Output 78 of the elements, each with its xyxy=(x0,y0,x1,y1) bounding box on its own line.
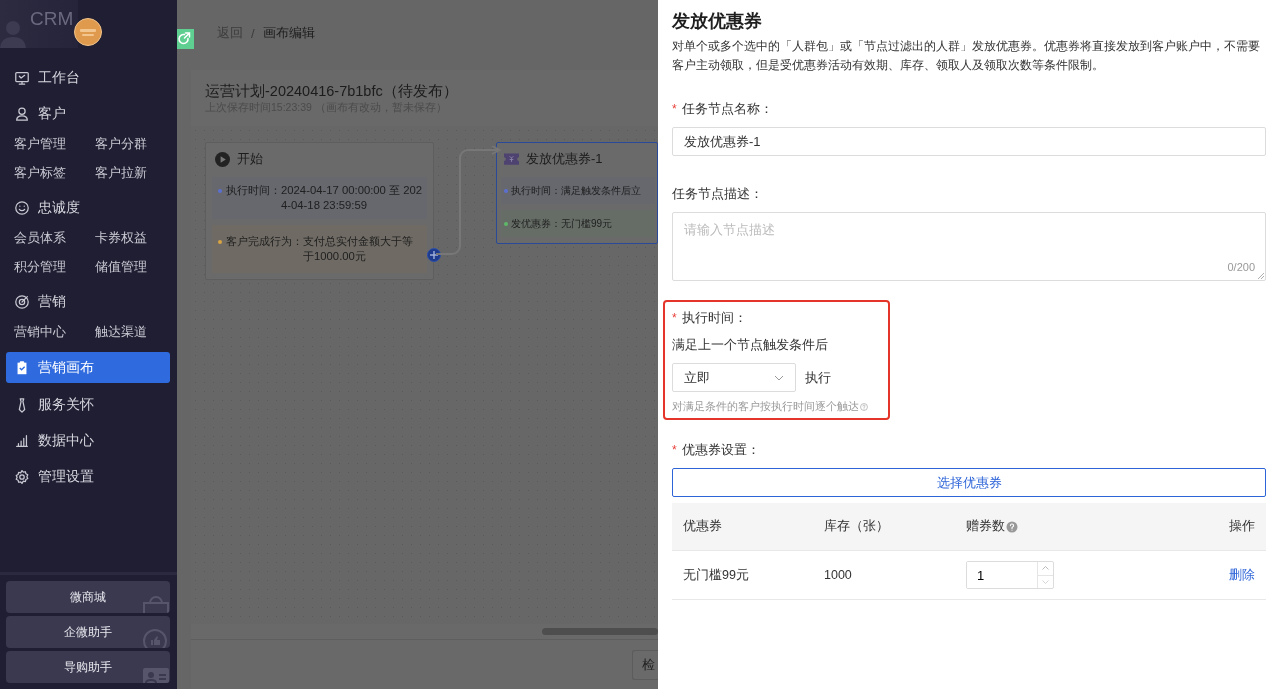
user-icon xyxy=(14,106,30,122)
row-label: 执行时间： xyxy=(511,184,561,198)
bar-chart-icon xyxy=(14,433,30,449)
menu-item[interactable]: 数据中心 xyxy=(6,424,171,458)
field-label: 优惠券设置： xyxy=(681,441,760,459)
avatar-icon xyxy=(74,18,102,46)
chevron-down-icon xyxy=(774,374,784,381)
row-value: 无门槛99元 xyxy=(561,217,613,231)
submenu-item[interactable]: 客户管理 xyxy=(14,132,95,161)
timing-text: 满足上一个节点触发条件后 xyxy=(672,336,829,354)
menu-item[interactable]: 营销 xyxy=(6,285,171,319)
submenu-item[interactable]: 储值管理 xyxy=(95,255,176,284)
row-value: 2024-04-17 00:00:00 至 2024-04-18 23:59:59 xyxy=(281,183,423,213)
column-header: 操作 xyxy=(1229,518,1255,535)
input-field[interactable]: 发放优惠券-1 xyxy=(672,127,1266,156)
column-header: 优惠券 xyxy=(683,518,722,535)
plus-icon xyxy=(429,250,439,260)
menu-item[interactable]: 客户 xyxy=(6,97,171,131)
ticket-icon xyxy=(504,153,519,165)
row-label: 客户完成行为： xyxy=(226,234,303,249)
required-mark: * xyxy=(672,102,677,116)
submenu-item[interactable]: 客户拉新 xyxy=(95,161,176,190)
person-icon xyxy=(0,20,26,48)
plan-title: 运营计划-20240416-7b1bfc（待发布） xyxy=(205,82,459,100)
select-coupon-button[interactable]: 选择优惠券 xyxy=(672,468,1266,497)
submenu-item[interactable]: 营销中心 xyxy=(14,320,95,349)
shortcut-button[interactable]: 导购助手 xyxy=(6,651,170,683)
target-icon xyxy=(14,294,30,310)
select-field[interactable]: 立即 xyxy=(672,363,796,392)
submenu-item[interactable]: 卡券权益 xyxy=(95,226,176,255)
play-icon xyxy=(215,151,230,167)
delete-link[interactable]: 删除 xyxy=(1229,567,1255,582)
chevron-down-icon xyxy=(1042,579,1049,584)
row-value: 支付总实付金额大于等于1000.00元 xyxy=(303,234,414,264)
resize-handle-icon xyxy=(1257,272,1264,279)
submenu-item[interactable]: 客户分群 xyxy=(95,132,176,161)
menu-item[interactable]: 管理设置 xyxy=(6,460,171,494)
menu-item[interactable]: 服务关怀 xyxy=(6,388,171,422)
settings-icon xyxy=(14,469,30,485)
monitor-icon xyxy=(14,70,30,86)
field-label: 执行时间： xyxy=(681,309,747,327)
row-label: 发优惠券： xyxy=(511,217,561,231)
row-label: 执行时间： xyxy=(226,183,281,198)
drawer-description: 对单个或多个选中的「人群包」或「节点过滤出的人群」发放优惠券。优惠券将直接发放到客户账户中，不需要客户主动领取，但是受优惠券活动有效期、库存、领取人及领取次数等条件限制。 xyxy=(672,38,1261,74)
breadcrumb-separator: / xyxy=(251,25,255,41)
node-title: 发放优惠券-1 xyxy=(526,150,603,168)
shortcut-button[interactable]: 企微助手 xyxy=(6,616,170,648)
field-label: 任务节点描述： xyxy=(672,185,763,203)
submenu-item[interactable]: 客户标签 xyxy=(14,161,95,190)
suffix-text: 执行 xyxy=(805,368,831,387)
brand-name: CRM xyxy=(30,8,74,30)
submenu-item[interactable]: 积分管理 xyxy=(14,255,95,284)
required-mark: * xyxy=(672,443,677,457)
submenu-item[interactable]: 触达渠道 xyxy=(95,320,176,349)
node-title: 开始 xyxy=(237,150,263,168)
submenu-item[interactable]: 会员体系 xyxy=(14,226,95,255)
menu-item[interactable]: 营销画布 xyxy=(6,352,170,383)
table-cell-text: 1000 xyxy=(824,568,853,582)
column-header: 库存（张） xyxy=(824,518,889,535)
row-value: 满足触发条件后立 xyxy=(561,184,641,198)
smile-icon xyxy=(14,200,30,216)
menu-item[interactable]: 工作台 xyxy=(6,61,171,95)
field-label: 任务节点名称： xyxy=(681,100,773,118)
help-icon xyxy=(860,401,868,413)
share-icon xyxy=(177,29,194,49)
shortcut-button[interactable]: 微商城 xyxy=(6,581,170,613)
hint-text: 对满足条件的客户按执行时间逐个触达 xyxy=(672,400,859,414)
menu-item[interactable]: 忠诚度 xyxy=(6,191,171,225)
required-mark: * xyxy=(672,311,677,325)
column-header: 赠券数 xyxy=(966,518,1005,535)
char-counter: 0/200 xyxy=(1227,261,1255,273)
table-cell-text: 无门槛99元 xyxy=(683,566,750,584)
chevron-up-icon xyxy=(1042,566,1049,571)
chat-icon xyxy=(142,628,170,648)
breadcrumb-current: 画布编辑 xyxy=(262,24,315,42)
horizontal-scrollbar[interactable] xyxy=(542,628,658,635)
number-stepper[interactable]: 1 xyxy=(966,561,1054,589)
drawer-title: 发放优惠券 xyxy=(672,10,763,33)
